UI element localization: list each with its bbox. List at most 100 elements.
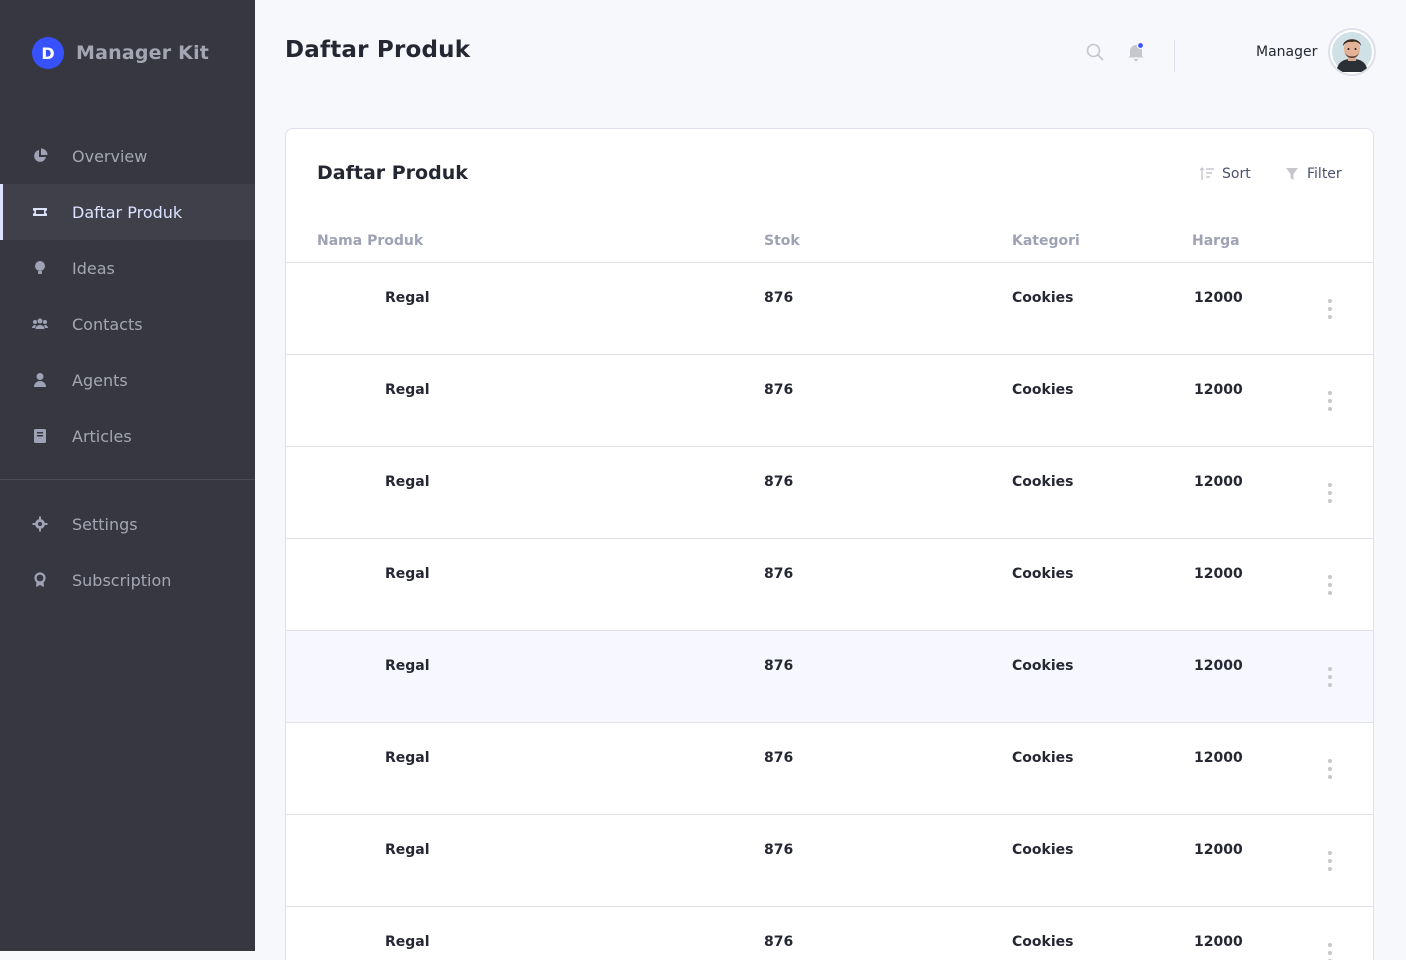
filter-icon [1286, 168, 1298, 180]
table-row[interactable]: Regal 876 Cookies 12000 [286, 263, 1373, 355]
sort-button[interactable]: Sort [1200, 166, 1251, 182]
cell-harga: 12000 [1194, 658, 1243, 674]
cell-nama-produk: Regal [385, 842, 430, 858]
more-options-icon[interactable] [1324, 851, 1336, 871]
cell-kategori: Cookies [1012, 290, 1074, 306]
cell-nama-produk: Regal [385, 290, 430, 306]
table-row[interactable]: Regal 876 Cookies 12000 [286, 631, 1373, 723]
cell-harga: 12000 [1194, 750, 1243, 766]
sidebar-item-label: Ideas [72, 258, 115, 278]
cell-nama-produk: Regal [385, 474, 430, 490]
sidebar-item-label: Subscription [72, 570, 172, 590]
card-title: Daftar Produk [317, 162, 468, 184]
sidebar-item-articles[interactable]: Articles [0, 408, 255, 464]
more-options-icon[interactable] [1324, 943, 1336, 960]
sort-label: Sort [1222, 166, 1251, 182]
cell-stok: 876 [764, 566, 794, 582]
book-icon [32, 428, 48, 444]
more-options-icon[interactable] [1324, 575, 1336, 595]
cell-stok: 876 [764, 934, 794, 950]
table-body: Regal 876 Cookies 12000 Regal 876 Cookie… [286, 263, 1373, 960]
brand-name: Manager Kit [76, 42, 210, 64]
sidebar-item-label: Overview [72, 146, 148, 166]
sidebar-item-label: Agents [72, 370, 128, 390]
cell-harga: 12000 [1194, 290, 1243, 306]
cell-kategori: Cookies [1012, 658, 1074, 674]
sidebar-item-settings[interactable]: Settings [0, 496, 255, 552]
sidebar-item-label: Settings [72, 514, 138, 534]
award-icon [32, 572, 48, 588]
column-header-harga[interactable]: Harga [1192, 233, 1240, 249]
cell-stok: 876 [764, 290, 794, 306]
cell-harga: 12000 [1194, 474, 1243, 490]
notification-bell-icon[interactable] [1127, 41, 1145, 62]
sort-icon [1200, 167, 1214, 180]
table-row[interactable]: Regal 876 Cookies 12000 [286, 907, 1373, 960]
sidebar-item-label: Articles [72, 426, 132, 446]
sidebar-item-label: Daftar Produk [72, 202, 183, 222]
table-row[interactable]: Regal 876 Cookies 12000 [286, 539, 1373, 631]
column-header-kategori[interactable]: Kategori [1012, 233, 1080, 249]
table-row[interactable]: Regal 876 Cookies 12000 [286, 355, 1373, 447]
cell-nama-produk: Regal [385, 934, 430, 950]
table-row[interactable]: Regal 876 Cookies 12000 [286, 815, 1373, 907]
sidebar-divider [0, 479, 255, 480]
column-header-nama-produk[interactable]: Nama Produk [317, 233, 423, 249]
cell-stok: 876 [764, 382, 794, 398]
header-divider [1174, 40, 1175, 72]
cell-kategori: Cookies [1012, 474, 1074, 490]
table-row[interactable]: Regal 876 Cookies 12000 [286, 723, 1373, 815]
cell-harga: 12000 [1194, 382, 1243, 398]
table-row[interactable]: Regal 876 Cookies 12000 [286, 447, 1373, 539]
more-options-icon[interactable] [1324, 759, 1336, 779]
brand[interactable]: D Manager Kit [32, 37, 209, 69]
sidebar-item-agents[interactable]: Agents [0, 352, 255, 408]
avatar[interactable] [1328, 28, 1376, 76]
cell-kategori: Cookies [1012, 566, 1074, 582]
product-list-card: Daftar Produk Sort Filter Nama Produk St… [285, 128, 1374, 960]
pie-chart-icon [32, 148, 48, 164]
sidebar-main-nav: Overview Daftar Produk Ideas Contacts Ag… [0, 128, 255, 464]
search-icon[interactable] [1086, 43, 1104, 61]
sidebar-item-contacts[interactable]: Contacts [0, 296, 255, 352]
table-header: Nama Produk Stok Kategori Harga [286, 225, 1373, 263]
lightbulb-icon [32, 260, 48, 276]
filter-button[interactable]: Filter [1285, 166, 1342, 182]
cell-stok: 876 [764, 842, 794, 858]
sidebar-item-ideas[interactable]: Ideas [0, 240, 255, 296]
sidebar-item-label: Contacts [72, 314, 143, 334]
cell-harga: 12000 [1194, 566, 1243, 582]
cell-harga: 12000 [1194, 842, 1243, 858]
cell-kategori: Cookies [1012, 382, 1074, 398]
sidebar-secondary-nav: Settings Subscription [0, 496, 255, 608]
user-name[interactable]: Manager [1256, 44, 1317, 60]
brand-logo-letter: D [41, 43, 55, 63]
users-icon [32, 316, 48, 332]
cell-nama-produk: Regal [385, 566, 430, 582]
cell-nama-produk: Regal [385, 382, 430, 398]
column-header-stok[interactable]: Stok [764, 233, 800, 249]
cell-kategori: Cookies [1012, 934, 1074, 950]
more-options-icon[interactable] [1324, 391, 1336, 411]
sidebar-item-overview[interactable]: Overview [0, 128, 255, 184]
ticket-icon [32, 204, 48, 220]
more-options-icon[interactable] [1324, 667, 1336, 687]
cell-nama-produk: Regal [385, 658, 430, 674]
sidebar-item-subscription[interactable]: Subscription [0, 552, 255, 608]
agent-icon [32, 372, 48, 388]
page-title: Daftar Produk [285, 37, 471, 63]
cell-kategori: Cookies [1012, 842, 1074, 858]
sidebar-item-daftar-produk[interactable]: Daftar Produk [0, 184, 255, 240]
brand-logo-icon: D [32, 37, 64, 69]
cell-stok: 876 [764, 750, 794, 766]
more-options-icon[interactable] [1324, 299, 1336, 319]
cell-kategori: Cookies [1012, 750, 1074, 766]
cell-stok: 876 [764, 658, 794, 674]
gear-icon [32, 516, 48, 532]
filter-label: Filter [1307, 166, 1342, 182]
cell-stok: 876 [764, 474, 794, 490]
cell-nama-produk: Regal [385, 750, 430, 766]
sidebar: D Manager Kit Overview Daftar Produk Ide… [0, 0, 255, 951]
more-options-icon[interactable] [1324, 483, 1336, 503]
cell-harga: 12000 [1194, 934, 1243, 950]
